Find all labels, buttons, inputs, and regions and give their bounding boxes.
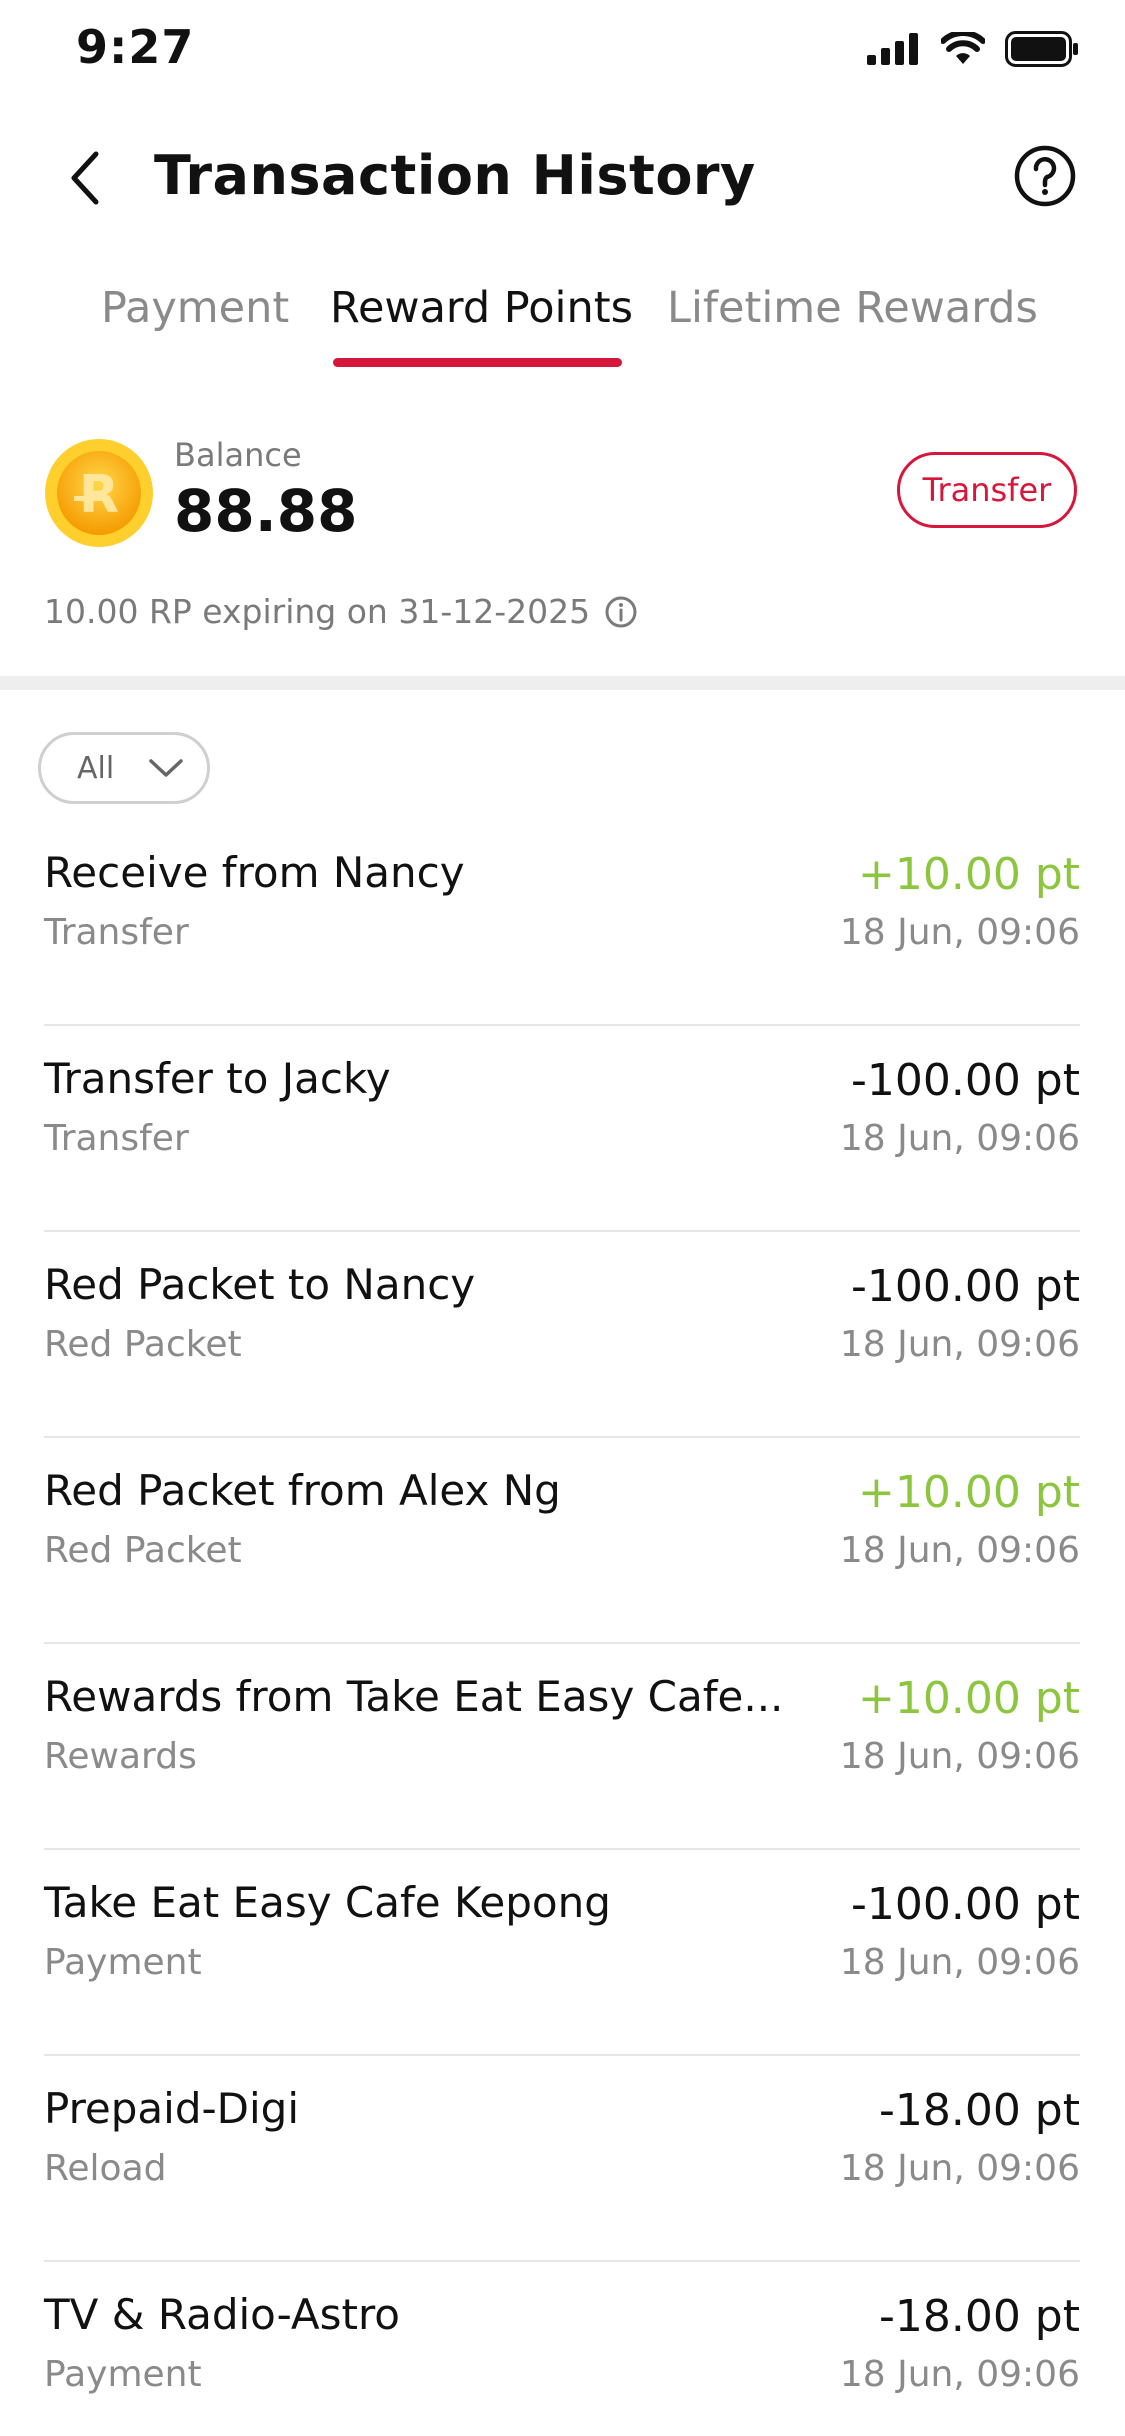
transaction-row[interactable]: TV & Radio-Astro Payment -18.00 pt 18 Jun, … bbox=[44, 2262, 1080, 2436]
transaction-row[interactable]: Receive from Nancy Transfer +10.00 pt 18 Ju… bbox=[44, 820, 1080, 1026]
transaction-row[interactable]: Prepaid-Digi Reload -18.00 pt 18 Jun, 09:06 bbox=[44, 2056, 1080, 2262]
expiry-text: 10.00 RP expiring on 31-12-2025 bbox=[44, 592, 591, 631]
help-icon bbox=[1014, 145, 1076, 207]
balance-label: Balance bbox=[174, 436, 302, 474]
transaction-row[interactable]: Red Packet to Nancy Red Packet -100.00 pt 1… bbox=[44, 1232, 1080, 1438]
page-title: Transaction History bbox=[154, 144, 756, 207]
transaction-row[interactable]: Take Eat Easy Cafe Kepong Payment -100.00 … bbox=[44, 1850, 1080, 2056]
transaction-title: Take Eat Easy Cafe Kepong bbox=[44, 1878, 611, 1927]
reward-coin-icon: R bbox=[45, 439, 153, 547]
chevron-left-icon bbox=[71, 151, 99, 205]
transaction-category: Reload bbox=[44, 2148, 167, 2189]
transaction-amount: -18.00 pt bbox=[878, 2291, 1080, 2342]
section-divider bbox=[0, 676, 1125, 690]
active-tab-indicator bbox=[333, 358, 622, 367]
transaction-time: 18 Jun, 09:06 bbox=[839, 1324, 1080, 1365]
transaction-category: Payment bbox=[44, 1942, 202, 1983]
transaction-title: Transfer to Jacky bbox=[44, 1054, 391, 1103]
transaction-title: Receive from Nancy bbox=[44, 848, 465, 897]
transaction-time: 18 Jun, 09:06 bbox=[839, 1530, 1080, 1571]
tab-payment[interactable]: Payment bbox=[101, 278, 289, 338]
transaction-row[interactable]: Transfer to Jacky Transfer -100.00 pt 18 Ju… bbox=[44, 1026, 1080, 1232]
transaction-time: 18 Jun, 09:06 bbox=[839, 2354, 1080, 2395]
expiry-row: 10.00 RP expiring on 31-12-2025 bbox=[44, 590, 638, 634]
transaction-amount: +10.00 pt bbox=[858, 1673, 1080, 1724]
transfer-button[interactable]: Transfer bbox=[897, 452, 1077, 528]
coin-letter: R bbox=[79, 465, 119, 525]
back-button[interactable] bbox=[54, 142, 118, 214]
balance-section: R Balance 88.88 Transfer 10.00 RP expiri… bbox=[0, 430, 1125, 660]
header: Transaction History bbox=[0, 130, 1125, 222]
transaction-time: 18 Jun, 09:06 bbox=[839, 1736, 1080, 1777]
transaction-category: Payment bbox=[44, 2354, 202, 2395]
transaction-amount: -100.00 pt bbox=[850, 1879, 1080, 1930]
tab-reward-points[interactable]: Reward Points bbox=[330, 278, 633, 338]
transaction-title: Rewards from Take Eat Easy Cafe... bbox=[44, 1672, 784, 1721]
info-icon[interactable] bbox=[604, 595, 638, 629]
transaction-row[interactable]: Red Packet from Alex Ng Red Packet +10.00 … bbox=[44, 1438, 1080, 1644]
transaction-list: Receive from Nancy Transfer +10.00 pt 18 Ju… bbox=[0, 820, 1125, 2436]
help-button[interactable] bbox=[1013, 144, 1077, 208]
battery-icon bbox=[1005, 31, 1078, 67]
transaction-time: 18 Jun, 09:06 bbox=[839, 912, 1080, 953]
status-icons bbox=[867, 28, 1079, 70]
transaction-row[interactable]: Rewards from Take Eat Easy Cafe... Reward… bbox=[44, 1644, 1080, 1850]
status-time: 9:27 bbox=[76, 20, 195, 74]
transaction-category: Red Packet bbox=[44, 1324, 242, 1365]
transaction-amount: -100.00 pt bbox=[850, 1055, 1080, 1106]
status-bar: 9:27 bbox=[0, 0, 1125, 96]
transaction-title: Prepaid-Digi bbox=[44, 2084, 299, 2133]
screen: 9:27 Transaction History Payment Reward … bbox=[0, 0, 1125, 2436]
transaction-title: TV & Radio-Astro bbox=[44, 2290, 400, 2339]
cellular-signal-icon bbox=[867, 33, 918, 65]
transaction-amount: +10.00 pt bbox=[858, 849, 1080, 900]
transaction-time: 18 Jun, 09:06 bbox=[839, 1942, 1080, 1983]
transaction-title: Red Packet from Alex Ng bbox=[44, 1466, 561, 1515]
transaction-time: 18 Jun, 09:06 bbox=[839, 2148, 1080, 2189]
filter-dropdown[interactable]: All bbox=[38, 732, 210, 804]
transaction-category: Transfer bbox=[44, 1118, 189, 1159]
transaction-category: Red Packet bbox=[44, 1530, 242, 1571]
transaction-title: Red Packet to Nancy bbox=[44, 1260, 476, 1309]
balance-value: 88.88 bbox=[174, 477, 358, 545]
transaction-amount: +10.00 pt bbox=[858, 1467, 1080, 1518]
tab-lifetime-rewards[interactable]: Lifetime Rewards bbox=[667, 278, 1038, 338]
transaction-category: Rewards bbox=[44, 1736, 197, 1777]
tab-bar: Payment Reward Points Lifetime Rewards bbox=[0, 270, 1125, 370]
chevron-down-icon bbox=[149, 759, 183, 777]
transaction-amount: -18.00 pt bbox=[878, 2085, 1080, 2136]
transaction-amount: -100.00 pt bbox=[850, 1261, 1080, 1312]
transaction-time: 18 Jun, 09:06 bbox=[839, 1118, 1080, 1159]
wifi-icon bbox=[941, 32, 985, 64]
filter-label: All bbox=[77, 750, 115, 786]
transaction-category: Transfer bbox=[44, 912, 189, 953]
